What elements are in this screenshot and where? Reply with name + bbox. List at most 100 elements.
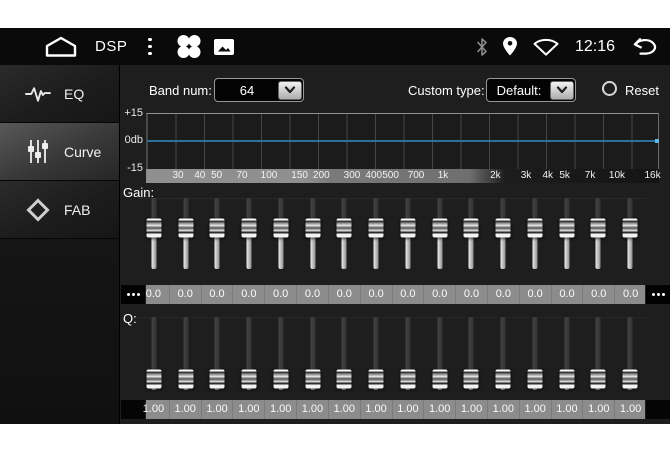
q-slider[interactable]	[614, 317, 646, 393]
gain-slider[interactable]	[424, 198, 456, 272]
chevron-down-icon[interactable]	[550, 81, 574, 100]
q-value: 1.00	[487, 400, 519, 419]
freq-tick-label: 400	[365, 170, 382, 181]
q-slider[interactable]	[202, 317, 234, 393]
more-right-icon[interactable]	[646, 285, 670, 304]
slider-thumb[interactable]	[591, 219, 606, 238]
gain-slider[interactable]	[487, 198, 519, 272]
q-slider[interactable]	[519, 317, 551, 393]
slider-thumb[interactable]	[591, 369, 606, 388]
slider-thumb[interactable]	[178, 369, 193, 388]
reset-radio[interactable]	[602, 81, 617, 96]
q-slider[interactable]	[233, 317, 265, 393]
q-slider[interactable]	[265, 317, 297, 393]
q-slider[interactable]	[583, 317, 615, 393]
slider-thumb[interactable]	[464, 369, 479, 388]
freq-tick-label: 16k	[644, 170, 660, 181]
custom-type-dropdown[interactable]: Default:	[486, 78, 576, 102]
gain-value: 0.0	[551, 285, 583, 304]
slider-thumb[interactable]	[273, 369, 288, 388]
gain-slider[interactable]	[329, 198, 361, 272]
freq-tick-label: 2k	[490, 170, 501, 181]
gain-slider[interactable]	[360, 198, 392, 272]
q-slider[interactable]	[487, 317, 519, 393]
gain-slider[interactable]	[265, 198, 297, 272]
slider-thumb[interactable]	[369, 369, 384, 388]
slider-thumb[interactable]	[527, 369, 542, 388]
gain-value: 0.0	[455, 285, 487, 304]
slider-thumb[interactable]	[527, 219, 542, 238]
sidebar-item-fab[interactable]: FAB	[0, 181, 119, 239]
q-value: 1.00	[328, 400, 360, 419]
gain-slider[interactable]	[233, 198, 265, 272]
slider-thumb[interactable]	[559, 219, 574, 238]
q-slider[interactable]	[329, 317, 361, 393]
slider-thumb[interactable]	[210, 369, 225, 388]
q-slider[interactable]	[170, 317, 202, 393]
slider-thumb[interactable]	[305, 219, 320, 238]
sidebar-item-eq[interactable]: EQ	[0, 65, 119, 123]
slider-thumb[interactable]	[623, 219, 638, 238]
apps-clover-icon[interactable]	[176, 34, 202, 59]
sliders-icon	[25, 138, 51, 165]
slider-thumb[interactable]	[496, 369, 511, 388]
reset-label[interactable]: Reset	[625, 83, 659, 98]
back-icon[interactable]	[630, 37, 658, 56]
gallery-icon[interactable]	[214, 39, 234, 55]
slider-thumb[interactable]	[400, 219, 415, 238]
q-value: 1.00	[264, 400, 296, 419]
gain-slider[interactable]	[456, 198, 488, 272]
slider-thumb[interactable]	[559, 369, 574, 388]
chevron-down-icon[interactable]	[278, 81, 302, 100]
slider-thumb[interactable]	[496, 219, 511, 238]
gain-slider[interactable]	[551, 198, 583, 272]
home-icon[interactable]	[44, 35, 78, 58]
slider-thumb[interactable]	[337, 369, 352, 388]
q-slider[interactable]	[424, 317, 456, 393]
q-slider-row	[138, 317, 646, 393]
slider-thumb[interactable]	[432, 369, 447, 388]
slider-thumb[interactable]	[305, 369, 320, 388]
gain-slider[interactable]	[202, 198, 234, 272]
slider-thumb[interactable]	[464, 219, 479, 238]
slider-thumb[interactable]	[242, 369, 257, 388]
gain-slider[interactable]	[614, 198, 646, 272]
slider-thumb[interactable]	[432, 219, 447, 238]
sidebar-item-label: FAB	[64, 202, 90, 218]
custom-type-value: Default:	[488, 83, 550, 98]
slider-thumb[interactable]	[337, 219, 352, 238]
slider-thumb[interactable]	[178, 219, 193, 238]
q-slider[interactable]	[392, 317, 424, 393]
slider-thumb[interactable]	[210, 219, 225, 238]
gain-values: 0.00.00.00.00.00.00.00.00.00.00.00.00.00…	[138, 285, 646, 304]
slider-thumb[interactable]	[623, 369, 638, 388]
sidebar-item-curve[interactable]: Curve	[0, 123, 119, 181]
slider-thumb[interactable]	[273, 219, 288, 238]
gain-slider[interactable]	[297, 198, 329, 272]
q-slider[interactable]	[551, 317, 583, 393]
gain-slider[interactable]	[392, 198, 424, 272]
q-value: 1.00	[296, 400, 328, 419]
overflow-menu-icon[interactable]	[144, 34, 156, 60]
gain-slider[interactable]	[583, 198, 615, 272]
band-num-dropdown[interactable]: 64	[214, 78, 304, 102]
slider-thumb[interactable]	[146, 369, 161, 388]
gain-slider[interactable]	[170, 198, 202, 272]
gain-slider[interactable]	[138, 198, 170, 272]
slider-thumb[interactable]	[400, 369, 415, 388]
q-slider[interactable]	[138, 317, 170, 393]
q-slider[interactable]	[297, 317, 329, 393]
slider-thumb[interactable]	[242, 219, 257, 238]
q-slider[interactable]	[360, 317, 392, 393]
gain-value: 0.0	[296, 285, 328, 304]
freq-tick-label: 10k	[609, 170, 625, 181]
fab-arrows-icon	[25, 197, 51, 223]
gain-value: 0.0	[232, 285, 264, 304]
slider-thumb[interactable]	[369, 219, 384, 238]
gain-slider[interactable]	[519, 198, 551, 272]
slider-thumb[interactable]	[146, 219, 161, 238]
freq-tick-label: 100	[261, 170, 278, 181]
q-value: 1.00	[232, 400, 264, 419]
q-slider[interactable]	[456, 317, 488, 393]
gain-value: 0.0	[423, 285, 455, 304]
